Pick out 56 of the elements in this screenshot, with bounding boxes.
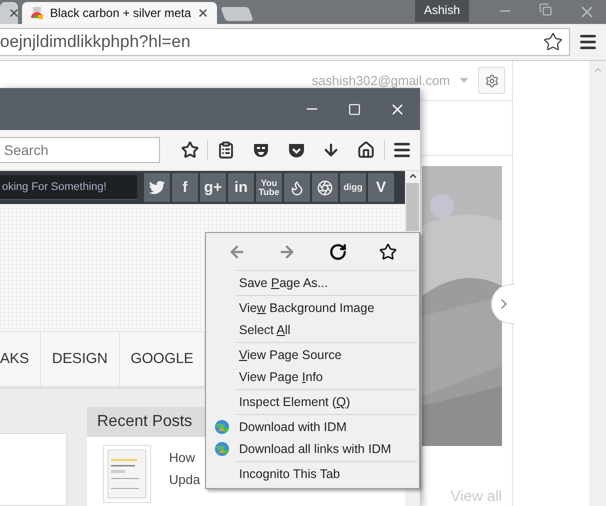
nav-link[interactable]: AKS <box>0 332 42 386</box>
bookmark-star-icon[interactable] <box>180 141 199 159</box>
flame-icon <box>289 180 305 196</box>
arrow-right-icon <box>278 243 296 261</box>
menu-item[interactable]: Save Page As... <box>206 272 419 294</box>
menu-item[interactable]: View Page Info <box>206 366 419 388</box>
home-icon[interactable] <box>357 141 376 159</box>
download-icon[interactable] <box>322 141 340 159</box>
scroll-up-icon[interactable] <box>408 171 418 181</box>
post-title[interactable]: How Upda <box>169 445 200 503</box>
social-button[interactable] <box>284 173 310 202</box>
profile-name[interactable]: Ashish <box>414 0 469 22</box>
browser-tab[interactable] <box>0 2 18 24</box>
address-field[interactable]: oejnjldimdlikkphph?hl=en <box>0 28 570 56</box>
maximize-icon[interactable] <box>348 102 361 116</box>
star-icon <box>378 243 397 261</box>
menu-item[interactable]: Incognito This Tab <box>206 463 419 485</box>
settings-icon <box>484 74 498 88</box>
social-button[interactable] <box>144 173 170 202</box>
menu-item[interactable]: Select All <box>206 319 419 341</box>
pocket-icon[interactable] <box>288 142 305 158</box>
menu-item[interactable]: Download all links with IDM <box>206 438 419 460</box>
restore-icon[interactable] <box>539 3 552 16</box>
globe-icon <box>214 419 230 435</box>
scroll-thumb[interactable] <box>406 183 419 231</box>
menu-icon[interactable] <box>578 32 598 52</box>
social-button[interactable]: f <box>172 173 198 202</box>
browser-tab[interactable]: Black carbon + silver meta <box>22 2 217 24</box>
social-button[interactable] <box>312 173 338 202</box>
reading-list-icon[interactable] <box>216 141 235 159</box>
star-icon[interactable] <box>543 32 563 52</box>
url-text: oejnjldimdlikkphph?hl=en <box>0 32 192 52</box>
tab-title: Black carbon + silver meta <box>50 6 191 20</box>
social-button[interactable]: in <box>228 173 254 202</box>
menu-item[interactable]: View Page Source <box>206 344 419 366</box>
site-search-field[interactable]: oking For Something! <box>0 175 137 200</box>
close-icon[interactable] <box>197 7 209 19</box>
social-button[interactable]: V <box>368 173 394 202</box>
reload-icon <box>328 243 347 261</box>
search-field[interactable]: Search <box>0 137 160 163</box>
aperture-icon <box>317 180 333 196</box>
close-icon[interactable] <box>8 7 18 19</box>
settings-button[interactable] <box>478 67 505 94</box>
social-button[interactable]: digg <box>340 173 366 202</box>
nav-link[interactable]: DESIGN <box>41 332 120 386</box>
globe-icon <box>214 441 230 457</box>
social-button[interactable]: You Tube <box>256 173 282 202</box>
thumbnail-drawing <box>103 445 151 503</box>
mask-icon[interactable] <box>252 142 269 158</box>
menu-icon[interactable] <box>392 140 412 160</box>
new-tab-button[interactable] <box>220 7 254 21</box>
scrollbar[interactable] <box>589 61 606 506</box>
social-button[interactable]: g+ <box>200 173 226 202</box>
bird-icon <box>149 181 165 194</box>
page-icon <box>30 6 44 20</box>
menu-item[interactable]: View Background Image <box>206 297 419 319</box>
